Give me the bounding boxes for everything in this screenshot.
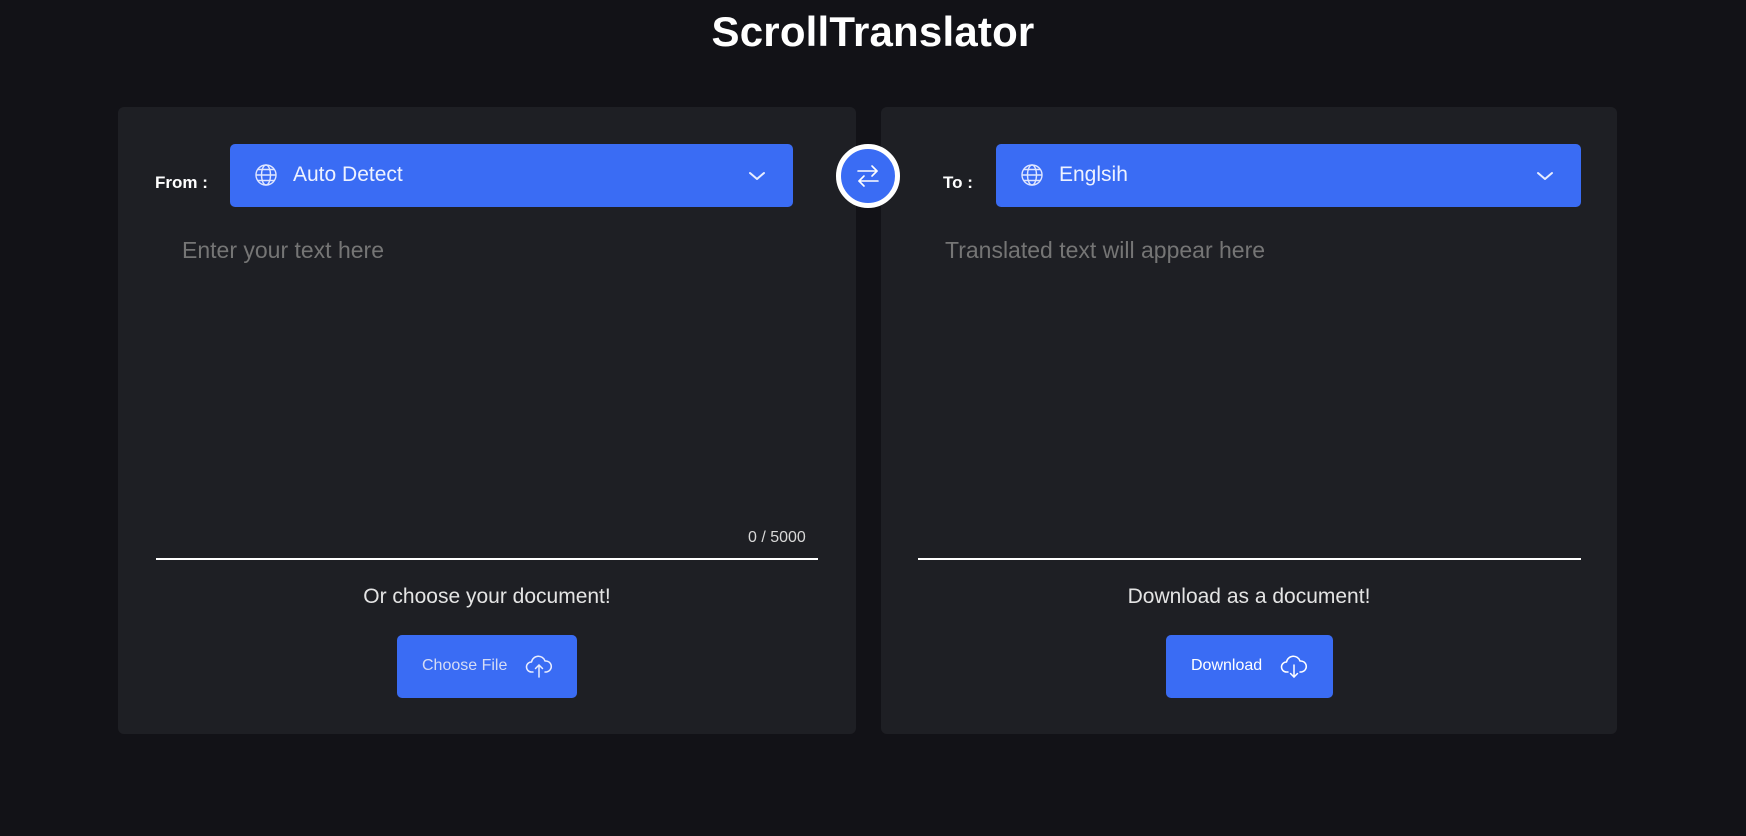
swap-arrows-icon	[857, 165, 879, 187]
cloud-download-icon	[1280, 655, 1308, 678]
source-language-label: From :	[155, 173, 208, 192]
source-text-input[interactable]	[156, 237, 818, 537]
source-panel: From : Auto Detect 0 / 5000 Or choose yo…	[118, 107, 856, 734]
character-counter: 0 / 5000	[748, 529, 806, 546]
target-language-label: To :	[943, 173, 973, 192]
cloud-upload-icon	[525, 655, 553, 678]
source-divider	[156, 558, 818, 560]
source-language-select[interactable]: Auto Detect	[230, 144, 793, 207]
source-language-value: Auto Detect	[293, 163, 403, 186]
swap-languages-button[interactable]	[836, 144, 900, 208]
globe-icon	[255, 164, 277, 186]
chevron-down-icon	[1537, 172, 1553, 180]
chevron-down-icon	[749, 172, 765, 180]
download-button[interactable]: Download	[1166, 635, 1333, 698]
target-panel: To : Englsih Download as a document! Dow…	[881, 107, 1617, 734]
app-title: ScrollTranslator	[711, 8, 1035, 55]
translated-text-output[interactable]	[919, 237, 1581, 537]
target-doc-caption: Download as a document!	[1127, 585, 1371, 608]
choose-file-label: Choose File	[422, 657, 508, 674]
choose-file-button[interactable]: Choose File	[397, 635, 577, 698]
download-label: Download	[1191, 657, 1263, 674]
target-language-select[interactable]: Englsih	[996, 144, 1581, 207]
globe-icon	[1021, 164, 1043, 186]
target-divider	[918, 558, 1581, 560]
source-doc-caption: Or choose your document!	[363, 585, 611, 608]
target-language-value: Englsih	[1059, 163, 1128, 186]
